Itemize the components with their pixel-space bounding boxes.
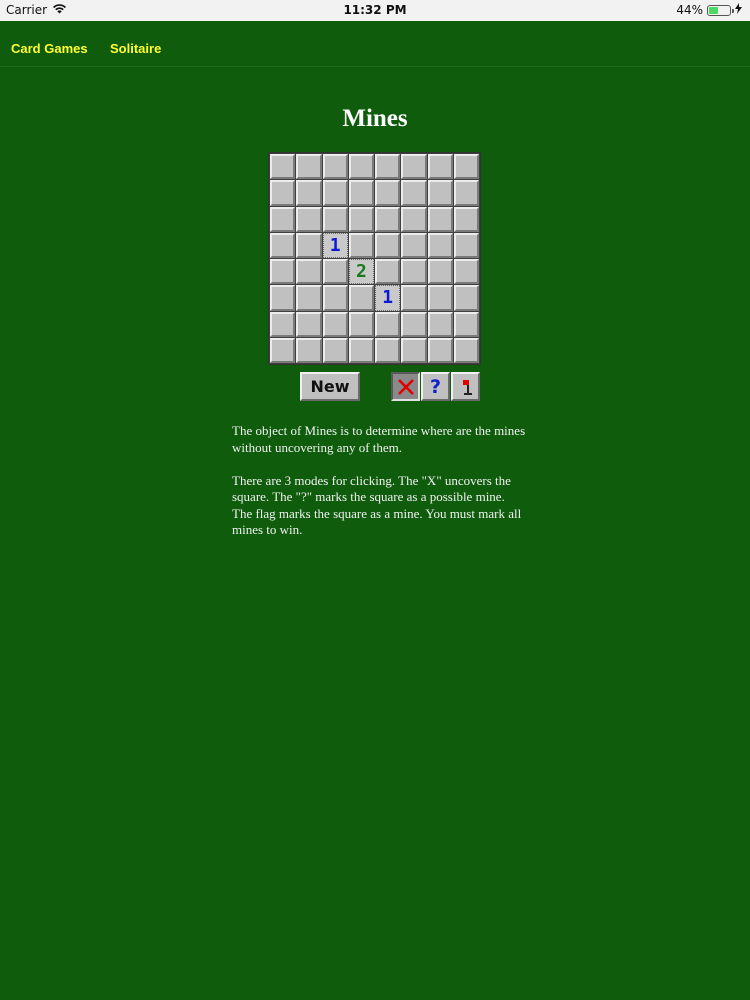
hidden-cell[interactable] — [270, 259, 296, 285]
hidden-cell[interactable] — [322, 337, 348, 363]
hidden-cell[interactable] — [427, 311, 453, 337]
hidden-cell[interactable] — [296, 154, 322, 180]
hidden-cell[interactable] — [322, 180, 348, 206]
new-game-button[interactable]: New — [300, 372, 360, 401]
x-icon — [397, 378, 414, 395]
hidden-cell[interactable] — [453, 311, 479, 337]
hidden-cell[interactable] — [375, 232, 401, 258]
hidden-cell[interactable] — [322, 259, 348, 285]
game-instructions: The object of Mines is to determine wher… — [232, 423, 527, 539]
hidden-cell[interactable] — [375, 206, 401, 232]
flag-icon — [462, 379, 472, 395]
hidden-cell[interactable] — [453, 259, 479, 285]
hidden-cell[interactable] — [270, 180, 296, 206]
hidden-cell[interactable] — [270, 154, 296, 180]
revealed-cell[interactable]: 1 — [375, 285, 401, 311]
hidden-cell[interactable] — [296, 232, 322, 258]
hidden-cell[interactable] — [427, 180, 453, 206]
hidden-cell[interactable] — [401, 154, 427, 180]
question-icon: ? — [429, 375, 442, 398]
hidden-cell[interactable] — [322, 154, 348, 180]
battery-fill — [709, 6, 718, 14]
hidden-cell[interactable] — [453, 337, 479, 363]
nav-link-solitaire[interactable]: Solitaire — [110, 41, 161, 56]
page-title: Mines — [342, 105, 408, 132]
hidden-cell[interactable] — [322, 206, 348, 232]
hidden-cell[interactable] — [401, 311, 427, 337]
status-time: 11:32 PM — [343, 3, 407, 17]
hidden-cell[interactable] — [375, 311, 401, 337]
hidden-cell[interactable] — [453, 285, 479, 311]
hidden-cell[interactable] — [427, 206, 453, 232]
hidden-cell[interactable] — [427, 154, 453, 180]
hidden-cell[interactable] — [296, 285, 322, 311]
hidden-cell[interactable] — [453, 206, 479, 232]
hidden-cell[interactable] — [348, 285, 374, 311]
hidden-cell[interactable] — [270, 206, 296, 232]
hidden-cell[interactable] — [401, 259, 427, 285]
hidden-cell[interactable] — [401, 285, 427, 311]
mines-board: 121 — [268, 152, 481, 365]
mode-flag-button[interactable] — [451, 372, 480, 401]
hidden-cell[interactable] — [453, 180, 479, 206]
hidden-cell[interactable] — [427, 337, 453, 363]
hidden-cell[interactable] — [453, 232, 479, 258]
hidden-cell[interactable] — [427, 285, 453, 311]
hidden-cell[interactable] — [322, 285, 348, 311]
click-mode-selector: ? — [391, 372, 480, 401]
hidden-cell[interactable] — [348, 311, 374, 337]
hidden-cell[interactable] — [296, 180, 322, 206]
hidden-cell[interactable] — [322, 311, 348, 337]
hidden-cell[interactable] — [375, 337, 401, 363]
charging-icon — [735, 3, 742, 17]
revealed-cell[interactable]: 2 — [348, 259, 374, 285]
instructions-paragraph: There are 3 modes for clicking. The "X" … — [232, 472, 522, 538]
hidden-cell[interactable] — [296, 311, 322, 337]
hidden-cell[interactable] — [270, 232, 296, 258]
nav-link-card-games[interactable]: Card Games — [11, 41, 88, 56]
battery-percent: 44% — [676, 3, 703, 17]
hidden-cell[interactable] — [401, 180, 427, 206]
hidden-cell[interactable] — [348, 337, 374, 363]
hidden-cell[interactable] — [348, 206, 374, 232]
hidden-cell[interactable] — [270, 337, 296, 363]
hidden-cell[interactable] — [270, 285, 296, 311]
hidden-cell[interactable] — [296, 259, 322, 285]
hidden-cell[interactable] — [375, 154, 401, 180]
hidden-cell[interactable] — [375, 259, 401, 285]
hidden-cell[interactable] — [401, 206, 427, 232]
hidden-cell[interactable] — [427, 259, 453, 285]
top-nav: Card Games Solitaire — [0, 21, 750, 67]
status-right: 44% — [676, 3, 742, 17]
revealed-cell[interactable]: 1 — [322, 232, 348, 258]
hidden-cell[interactable] — [296, 206, 322, 232]
hidden-cell[interactable] — [270, 311, 296, 337]
mode-question-button[interactable]: ? — [421, 372, 450, 401]
hidden-cell[interactable] — [401, 232, 427, 258]
mode-uncover-button[interactable] — [391, 372, 420, 401]
battery-icon — [707, 4, 734, 16]
hidden-cell[interactable] — [348, 232, 374, 258]
hidden-cell[interactable] — [296, 337, 322, 363]
instructions-paragraph: The object of Mines is to determine wher… — [232, 423, 526, 455]
status-bar: Carrier 11:32 PM 44% — [0, 0, 750, 21]
hidden-cell[interactable] — [375, 180, 401, 206]
hidden-cell[interactable] — [401, 337, 427, 363]
hidden-cell[interactable] — [348, 154, 374, 180]
hidden-cell[interactable] — [348, 180, 374, 206]
hidden-cell[interactable] — [427, 232, 453, 258]
hidden-cell[interactable] — [453, 154, 479, 180]
